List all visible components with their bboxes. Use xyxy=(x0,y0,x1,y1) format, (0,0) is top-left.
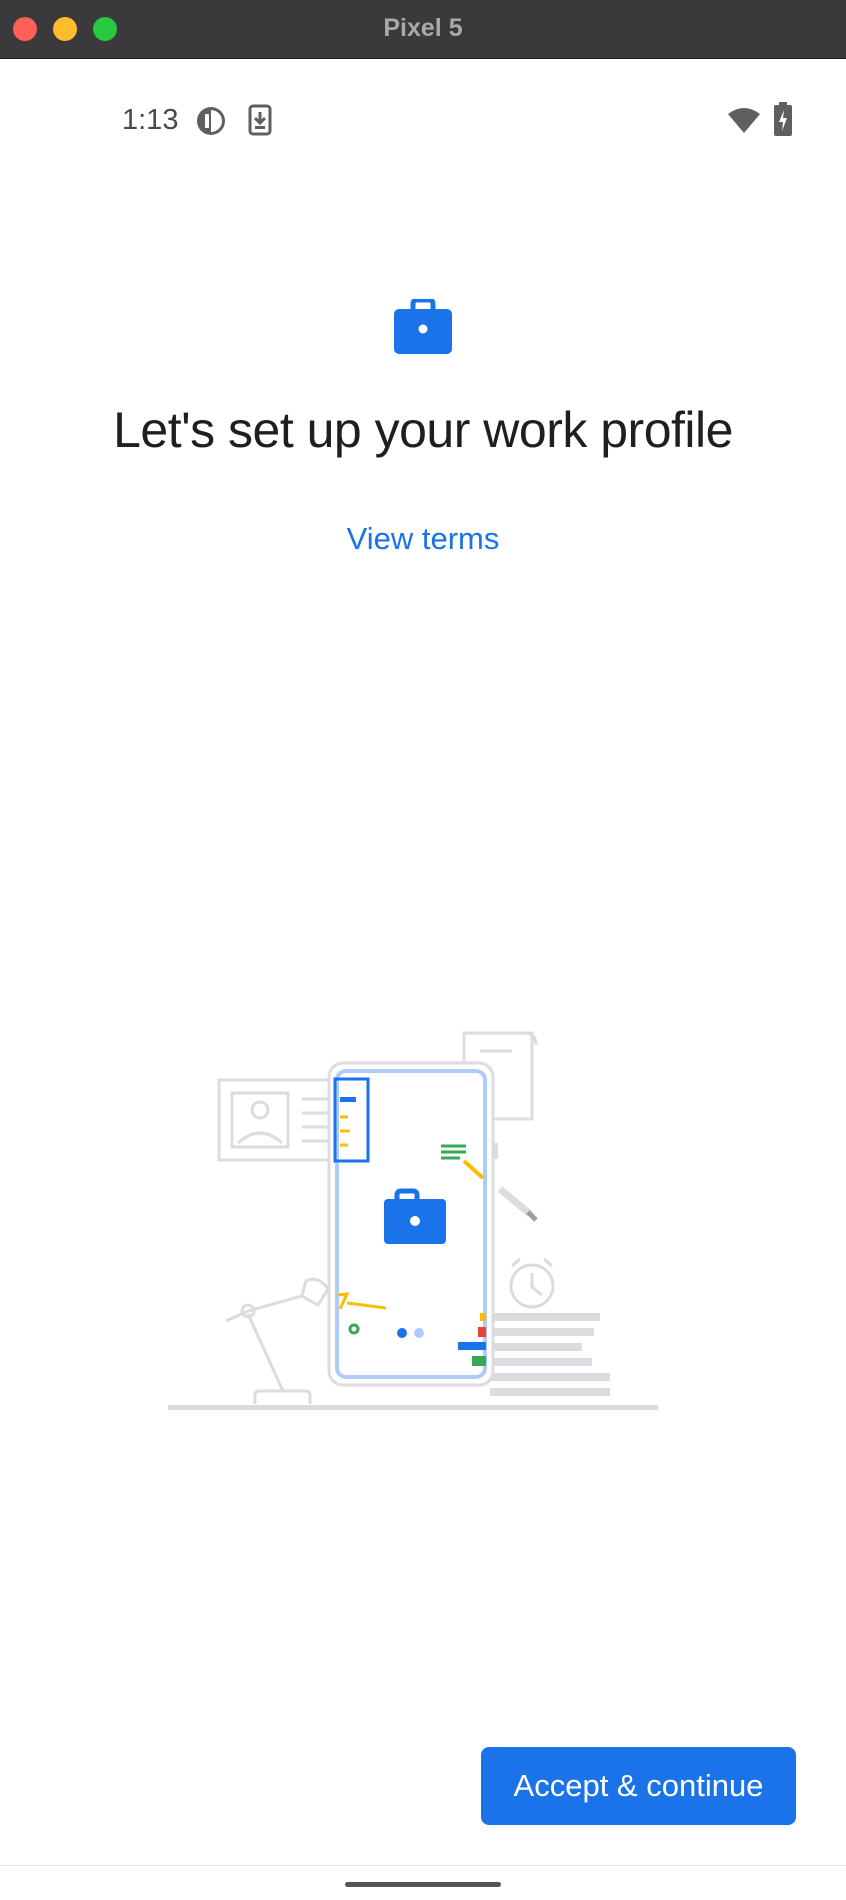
device-screen: 1:13 Let's set up your work profile View… xyxy=(0,59,846,1900)
download-icon xyxy=(248,104,272,141)
page-title: Let's set up your work profile xyxy=(113,402,733,458)
status-clock: 1:13 xyxy=(122,104,179,136)
accept-continue-button[interactable]: Accept & continue xyxy=(481,1747,796,1825)
home-gesture-handle[interactable] xyxy=(345,1882,501,1887)
battery-charging-icon xyxy=(774,102,792,141)
pen-illustration xyxy=(497,1186,538,1222)
alarm-clock-illustration xyxy=(509,1257,555,1309)
wifi-icon xyxy=(727,106,761,139)
book-stack-illustration xyxy=(490,1313,610,1396)
status-bar: 1:13 xyxy=(0,59,846,179)
desk-line xyxy=(168,1405,658,1410)
lamp-illustration xyxy=(225,1277,330,1404)
briefcase-icon xyxy=(393,297,453,360)
window-titlebar: Pixel 5 xyxy=(0,0,846,59)
window-title: Pixel 5 xyxy=(383,14,463,42)
work-profile-illustration xyxy=(160,959,680,1424)
nav-bar-divider xyxy=(0,1865,846,1866)
data-saver-icon xyxy=(195,105,227,142)
view-terms-link[interactable]: View terms xyxy=(0,521,846,557)
